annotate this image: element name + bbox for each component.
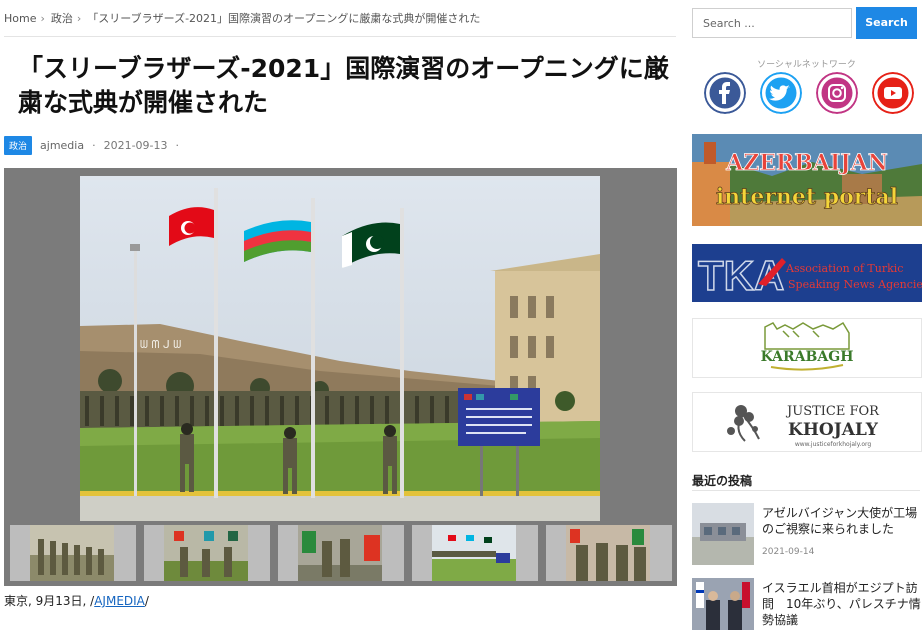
recent-post-title[interactable]: アゼルバイジャン大使が工場のご視察に来られました	[762, 505, 922, 537]
meta-separator: ·	[175, 139, 180, 152]
recent-post-thumbnail[interactable]	[692, 578, 754, 630]
justice-line1: JUSTICE FOR	[785, 404, 880, 419]
justice-line2: KHOJALY	[788, 420, 879, 440]
azerbaijan-banner-art: AZERBAIJAN internet portal	[692, 134, 922, 226]
breadcrumb-category[interactable]: 政治	[51, 12, 73, 25]
divider	[4, 36, 676, 37]
youtube-icon[interactable]	[872, 72, 914, 114]
caption-suffix: /	[144, 594, 149, 608]
recent-posts-title: 最近の投稿	[692, 474, 753, 488]
recent-post-item[interactable]: イスラエル首相がエジプト訪問 10年ぶり、パレスチナ情勢協議	[692, 578, 922, 630]
karabagh-banner-art: KARABAGH	[761, 321, 854, 371]
divider	[692, 490, 920, 491]
tka-banner-art: TKA Association of Turkic Speaking News …	[692, 244, 922, 302]
social-links	[704, 72, 914, 114]
hillside-lettering: ᗯ ᗰ ᒍ ᗯ	[140, 338, 181, 351]
search-input[interactable]: Search ...	[692, 8, 852, 38]
azerbaijan-portal-banner[interactable]: AZERBAIJAN internet portal	[692, 134, 922, 226]
facebook-icon[interactable]	[704, 72, 746, 114]
thumbnail-5[interactable]	[546, 525, 672, 581]
azerbaijan-banner-title: AZERBAIJAN	[725, 150, 888, 176]
karabagh-banner[interactable]: KARABAGH	[692, 318, 922, 378]
article-author[interactable]: ajmedia	[40, 139, 84, 152]
thumbnail-1[interactable]	[10, 525, 136, 581]
breadcrumb: Home › 政治 › 「スリーブラザーズ-2021」国際演習のオープニングに厳粛な式典…	[4, 10, 484, 26]
thumbnail-strip	[10, 525, 672, 581]
caption-text: 東京, 9月13日, /	[4, 594, 95, 608]
tka-line2: Speaking News Agencies	[788, 278, 922, 291]
recent-post-thumbnail[interactable]	[692, 503, 754, 565]
thumbnail-image	[164, 525, 248, 581]
karabagh-title: KARABAGH	[761, 349, 854, 365]
thumbnail-image	[566, 525, 650, 581]
photo-gallery: ᗯ ᗰ ᒍ ᗯ	[4, 168, 677, 586]
search-button[interactable]: Search	[856, 7, 917, 39]
post-thumbnail-image	[692, 503, 754, 565]
post-thumbnail-image	[692, 578, 754, 630]
main-photo[interactable]: ᗯ ᗰ ᒍ ᗯ	[80, 176, 600, 521]
category-badge[interactable]: 政治	[4, 136, 33, 155]
thumbnail-image	[432, 525, 516, 581]
recent-post-date: 2021-09-14	[762, 547, 815, 557]
article-meta: 政治 ajmedia · 2021-09-13 ·	[4, 136, 179, 155]
thumbnail-4[interactable]	[412, 525, 538, 581]
social-title: ソーシャルネットワーク	[757, 60, 856, 70]
thumbnail-3[interactable]	[278, 525, 404, 581]
page: Home › 政治 › 「スリーブラザーズ-2021」国際演習のオープニングに厳粛な式典…	[0, 0, 923, 630]
justice-banner-art: JUSTICE FOR KHOJALY www.justiceforkhojal…	[727, 404, 880, 448]
instagram-icon[interactable]	[816, 72, 858, 114]
caption-link[interactable]: AJMEDIA	[94, 594, 145, 608]
azerbaijan-banner-subtitle: internet portal	[716, 184, 898, 210]
sidebar: Search ... Search ソーシャルネットワーク AZERBAIJAN…	[690, 0, 923, 630]
breadcrumb-separator-icon: ›	[76, 12, 82, 25]
recent-post-item[interactable]: アゼルバイジャン大使が工場のご視察に来られました 2021-09-14	[692, 503, 922, 567]
ceremony-photo: ᗯ ᗰ ᒍ ᗯ	[80, 176, 600, 521]
photo-caption: 東京, 9月13日, /AJMEDIA/	[4, 592, 149, 609]
breadcrumb-current: 「スリーブラザーズ-2021」国際演習のオープニングに厳粛な式典が開催された	[87, 12, 481, 25]
main-content: Home › 政治 › 「スリーブラザーズ-2021」国際演習のオープニングに厳粛な式典…	[0, 0, 680, 630]
twitter-icon[interactable]	[760, 72, 802, 114]
thumbnail-image	[298, 525, 382, 581]
article-title: 「スリーブラザーズ-2021」国際演習のオープニングに厳粛な式典が開催された	[18, 54, 669, 117]
thumbnail-image	[30, 525, 114, 581]
tka-line1: Association of Turkic	[785, 262, 903, 275]
article-date: 2021-09-13	[103, 139, 168, 152]
justice-url: www.justiceforkhojaly.org	[795, 441, 872, 448]
tka-banner[interactable]: TKA Association of Turkic Speaking News …	[692, 244, 922, 302]
thumbnail-2[interactable]	[144, 525, 270, 581]
breadcrumb-separator-icon: ›	[40, 12, 45, 25]
breadcrumb-home[interactable]: Home	[4, 12, 36, 25]
meta-separator: ·	[92, 139, 96, 152]
recent-post-title[interactable]: イスラエル首相がエジプト訪問 10年ぶり、パレスチナ情勢協議	[762, 580, 922, 628]
justice-for-khojaly-banner[interactable]: JUSTICE FOR KHOJALY www.justiceforkhojal…	[692, 392, 922, 452]
